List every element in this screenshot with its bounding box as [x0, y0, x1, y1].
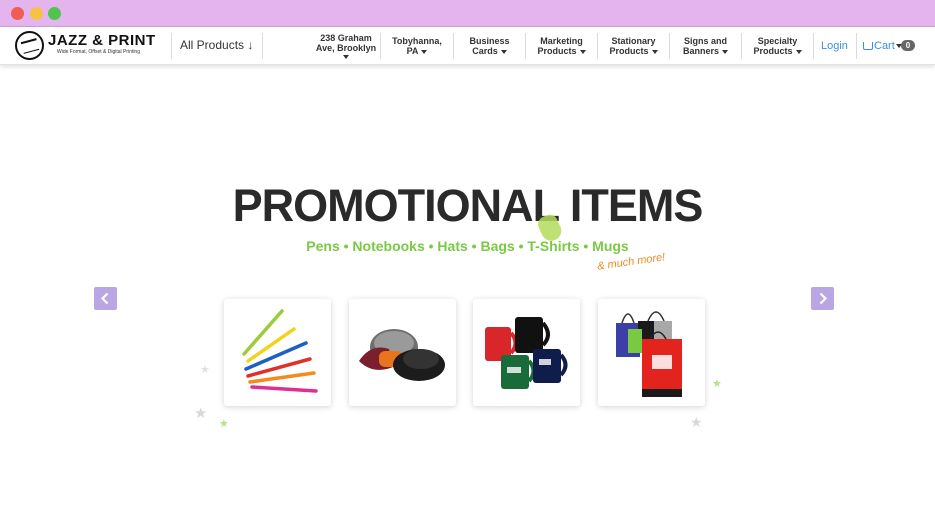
- caret-down-icon: [500, 49, 507, 54]
- hero-title: PROMOTIONAL ITEMS: [232, 180, 704, 231]
- carousel-prev-button[interactable]: [94, 287, 117, 310]
- star-icon: ★: [200, 364, 210, 376]
- hero-tagline: & much more!: [596, 251, 666, 273]
- chevron-right-icon: [819, 292, 828, 305]
- maximize-window-icon[interactable]: [48, 7, 61, 20]
- caret-down-icon: [795, 49, 802, 54]
- nav-item-stationary-products[interactable]: Stationary Products: [598, 29, 669, 63]
- nav-item-line2: Products: [753, 46, 793, 56]
- product-card-hats[interactable]: [349, 299, 456, 406]
- nav-item-line2: Ave, Brooklyn: [315, 43, 377, 53]
- logo-title[interactable]: JAZZ & PRINT: [48, 32, 156, 49]
- caret-down-icon: [579, 49, 586, 54]
- window-titlebar: [0, 0, 935, 27]
- caret-down-icon: [421, 49, 428, 54]
- minimize-window-icon[interactable]: [30, 7, 43, 20]
- all-products-button[interactable]: All Products ↓: [180, 38, 253, 52]
- star-icon: ★: [219, 418, 229, 430]
- nav-item-line1: Business: [469, 36, 510, 46]
- nav-item-signs-and-banners[interactable]: Signs and Banners: [670, 29, 741, 63]
- nav-item-line2: Products: [537, 46, 577, 56]
- nav-item-line2: Banners: [682, 46, 719, 56]
- site-navbar: JAZZ & PRINT Wide Format, Offset & Digit…: [0, 27, 935, 65]
- nav-item-marketing-products[interactable]: Marketing Products: [526, 29, 597, 63]
- nav-divider: [813, 33, 814, 59]
- logo-icon[interactable]: [15, 31, 44, 60]
- close-window-icon[interactable]: [11, 7, 24, 20]
- cart-label: Cart: [874, 40, 895, 52]
- login-link[interactable]: Login: [821, 40, 848, 52]
- caret-down-icon: [651, 49, 658, 54]
- carousel-next-button[interactable]: [811, 287, 834, 310]
- nav-item-line1: Tobyhanna,: [392, 36, 442, 46]
- nav-item-line1: Specialty: [757, 36, 798, 46]
- nav-divider: [856, 33, 857, 59]
- nav-item-specialty-products[interactable]: Specialty Products: [742, 29, 813, 63]
- bags-image: [616, 311, 682, 397]
- nav-item-line2: PA: [406, 46, 419, 56]
- nav-divider: [171, 33, 172, 59]
- nav-item-line1: 238 Graham: [320, 33, 372, 43]
- product-card-mugs[interactable]: [473, 299, 580, 406]
- nav-item-line1: Marketing: [540, 36, 583, 46]
- nav-item-business-cards[interactable]: Business Cards: [454, 29, 525, 63]
- star-icon: ★: [690, 414, 703, 430]
- product-card-pens[interactable]: [224, 299, 331, 406]
- cart-button[interactable]: Cart: [863, 40, 902, 52]
- nav-item-line1: Stationary: [611, 36, 656, 46]
- nav-item-line2: Cards: [472, 46, 498, 56]
- hats-image: [359, 329, 445, 381]
- nav-item-brooklyn[interactable]: 238 Graham Ave, Brooklyn: [312, 29, 380, 63]
- product-card-bags[interactable]: [598, 299, 705, 406]
- nav-divider: [262, 33, 263, 59]
- chevron-left-icon: [100, 292, 109, 305]
- logo-subtitle: Wide Format, Offset & Digital Printing: [57, 49, 140, 55]
- mugs-image: [485, 317, 568, 389]
- nav-item-line1: Signs and: [683, 36, 727, 46]
- nav-item-tobyhanna[interactable]: Tobyhanna, PA: [381, 29, 453, 63]
- caret-down-icon: [722, 49, 728, 54]
- star-icon: ★: [712, 378, 722, 390]
- star-icon: ★: [194, 405, 208, 422]
- cart-icon: [863, 42, 873, 51]
- nav-item-line2: Products: [609, 46, 649, 56]
- browser-window: JAZZ & PRINT Wide Format, Offset & Digit…: [0, 0, 935, 525]
- caret-down-icon: [343, 55, 349, 59]
- pens-image: [242, 309, 318, 393]
- cart-count-badge: 0: [901, 40, 915, 51]
- hero-subtitle: Pens • Notebooks • Hats • Bags • T-Shirt…: [306, 238, 629, 254]
